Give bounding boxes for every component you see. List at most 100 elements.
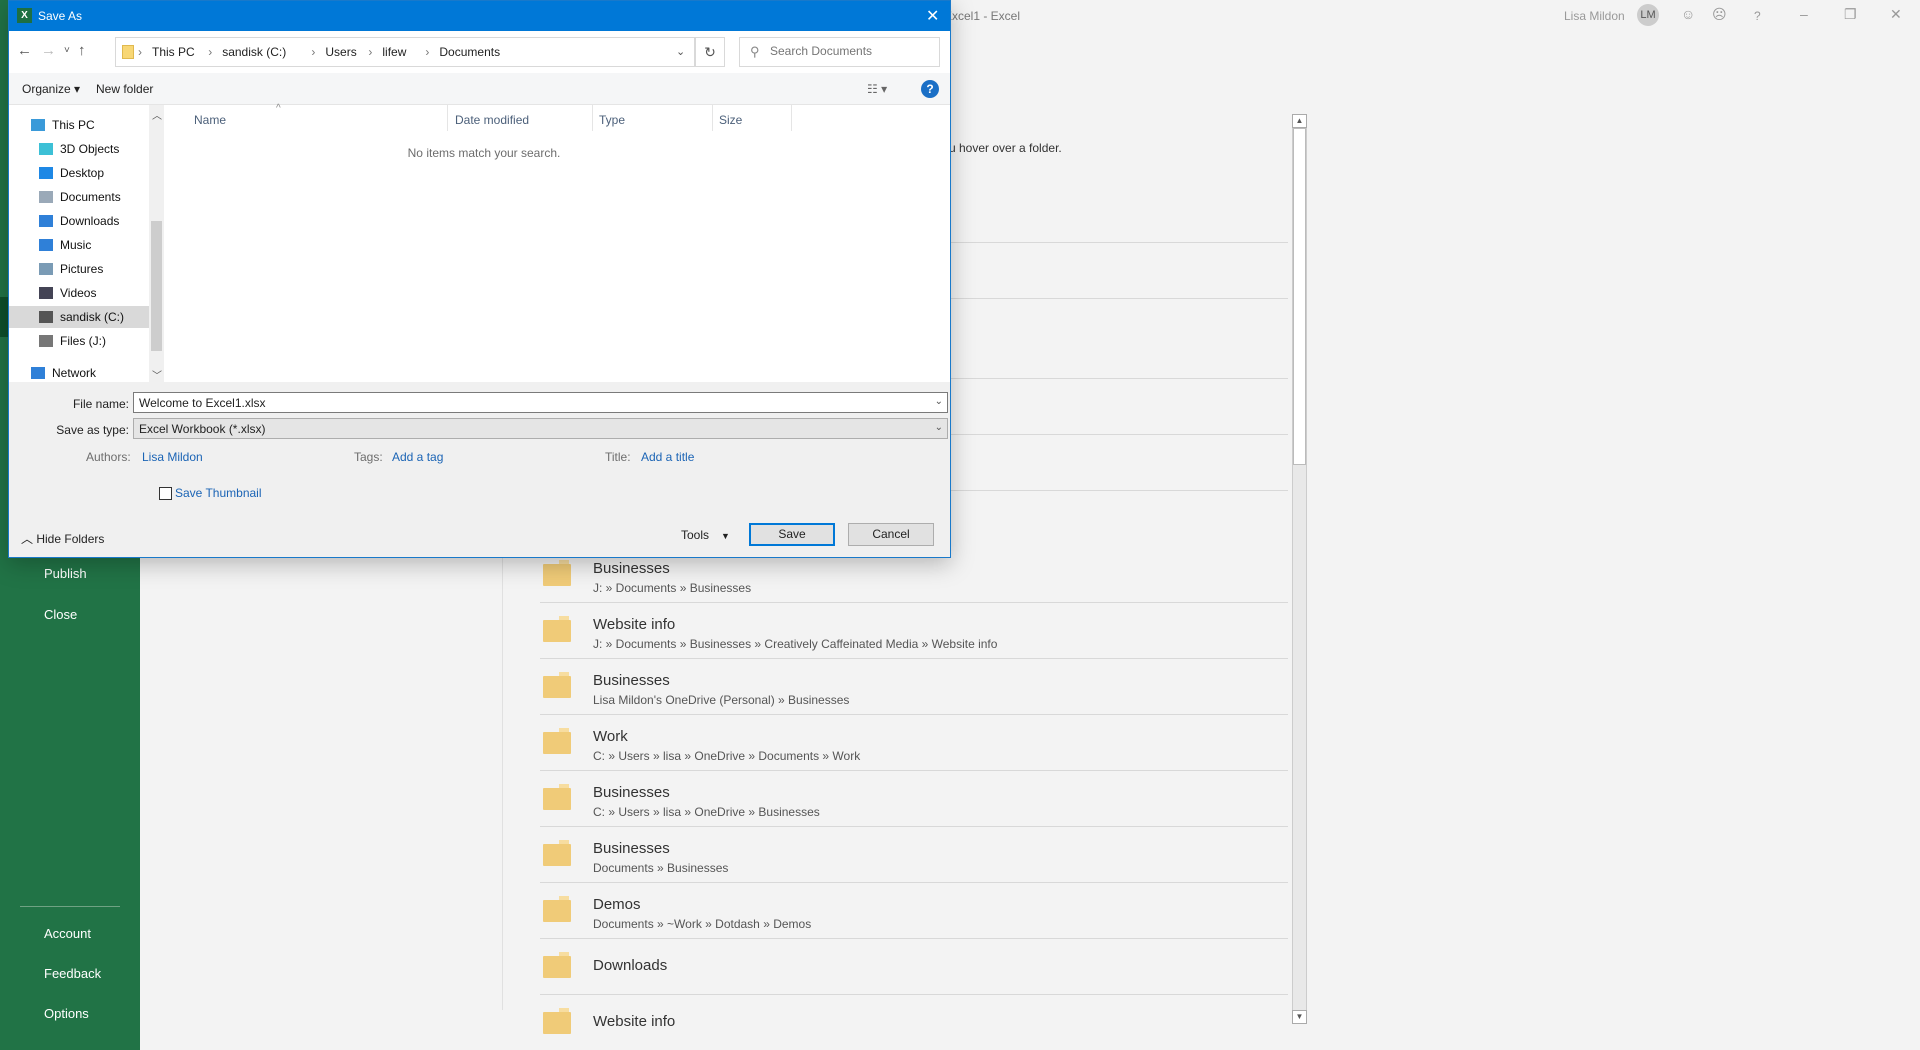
nav-item-videos[interactable]: Videos bbox=[9, 282, 149, 304]
column-divider[interactable] bbox=[791, 105, 792, 131]
column-divider[interactable] bbox=[592, 105, 593, 131]
folder-path: C: » Users » lisa » OneDrive » Businesse… bbox=[593, 805, 820, 819]
column-divider[interactable] bbox=[712, 105, 713, 131]
new-folder-button[interactable]: New folder bbox=[96, 82, 153, 96]
recent-folder-item[interactable]: Demos Documents » ~Work » Dotdash » Demos bbox=[540, 882, 1288, 938]
close-icon[interactable]: ✕ bbox=[1890, 6, 1902, 23]
scrollbar-thumb[interactable] bbox=[1293, 128, 1306, 465]
save-type-select[interactable]: Excel Workbook (*.xlsx) ⌄ bbox=[133, 418, 948, 439]
sidebar-item-options[interactable]: Options bbox=[44, 1006, 89, 1021]
scroll-down-icon[interactable]: ﹀ bbox=[152, 367, 162, 382]
help-icon[interactable]: ? bbox=[1754, 9, 1761, 23]
search-input[interactable] bbox=[770, 44, 930, 58]
scroll-down-button[interactable]: ▼ bbox=[1292, 1010, 1307, 1024]
recent-folder-item[interactable]: Businesses Documents » Businesses bbox=[540, 826, 1288, 882]
chevron-right-icon[interactable]: › bbox=[425, 45, 429, 59]
nav-item-label: Documents bbox=[60, 190, 121, 204]
dialog-titlebar[interactable]: X Save As ✕ bbox=[9, 1, 950, 31]
nav-item-label: Downloads bbox=[60, 214, 120, 228]
file-name-label: File name: bbox=[72, 397, 129, 411]
recent-folder-item[interactable]: Downloads bbox=[540, 938, 1288, 994]
breadcrumb-item[interactable]: sandisk (C:) bbox=[222, 45, 286, 59]
recent-folder-item[interactable]: Website info J: » Documents » Businesses … bbox=[540, 602, 1288, 658]
tools-button[interactable]: Tools ▼ bbox=[681, 528, 730, 542]
help-button[interactable]: ? bbox=[921, 80, 939, 98]
sidebar-item-close[interactable]: Close bbox=[44, 607, 77, 622]
up-icon[interactable]: ↑ bbox=[78, 42, 86, 59]
nav-item-network[interactable]: Network bbox=[9, 362, 149, 384]
tags-label: Tags: bbox=[354, 450, 383, 464]
address-bar[interactable]: › This PC › sandisk (C:) › Users › lifew › Docume… bbox=[115, 37, 695, 67]
nav-item-3d-objects[interactable]: 3D Objects bbox=[9, 138, 149, 160]
recent-folder-item[interactable]: Work C: » Users » lisa » OneDrive » Docum… bbox=[540, 714, 1288, 770]
chevron-down-icon[interactable]: ⌄ bbox=[935, 422, 943, 433]
recent-folder-item[interactable]: Businesses C: » Users » lisa » OneDrive »… bbox=[540, 770, 1288, 826]
nav-item-documents[interactable]: Documents bbox=[9, 186, 149, 208]
chevron-down-icon[interactable]: ⌄ bbox=[935, 396, 943, 407]
column-size[interactable]: Size bbox=[719, 113, 742, 127]
chevron-right-icon[interactable]: › bbox=[368, 45, 372, 59]
cancel-button[interactable]: Cancel bbox=[848, 523, 934, 546]
chevron-down-icon[interactable]: ⌄ bbox=[676, 45, 685, 58]
frown-icon[interactable]: ☹ bbox=[1712, 6, 1727, 23]
view-options-button[interactable]: ☷ ▾ bbox=[867, 82, 887, 96]
recent-folder-item[interactable]: Businesses Lisa Mildon's OneDrive (Person… bbox=[540, 658, 1288, 714]
breadcrumb-item[interactable]: Users bbox=[325, 45, 356, 59]
organize-button[interactable]: Organize ▾ bbox=[22, 82, 80, 96]
sidebar-item-account[interactable]: Account bbox=[44, 926, 91, 941]
authors-value[interactable]: Lisa Mildon bbox=[142, 450, 203, 464]
video-icon bbox=[39, 287, 53, 299]
title-label: Title: bbox=[605, 450, 631, 464]
avatar[interactable]: LM bbox=[1637, 4, 1659, 26]
column-name[interactable]: Name bbox=[194, 113, 226, 127]
forward-icon[interactable]: → bbox=[41, 42, 56, 59]
nav-item-desktop[interactable]: Desktop bbox=[9, 162, 149, 184]
chevron-right-icon[interactable]: › bbox=[208, 45, 212, 59]
folder-title: Businesses bbox=[593, 672, 670, 689]
file-list: ^ Name Date modified Type Size No items … bbox=[164, 103, 950, 382]
sidebar-item-publish[interactable]: Publish bbox=[44, 566, 87, 581]
breadcrumb-item[interactable]: Documents bbox=[439, 45, 500, 59]
nav-item-label: 3D Objects bbox=[60, 142, 120, 156]
chevron-right-icon[interactable]: › bbox=[138, 45, 142, 59]
scroll-up-icon[interactable]: ︿ bbox=[152, 107, 162, 122]
nav-item-files-j[interactable]: Files (J:) bbox=[9, 330, 149, 352]
minimize-icon[interactable]: – bbox=[1800, 6, 1808, 22]
sidebar-divider bbox=[20, 906, 120, 907]
nav-item-sandisk-c[interactable]: sandisk (C:) bbox=[9, 306, 149, 328]
refresh-button[interactable]: ↻ bbox=[695, 37, 725, 67]
hide-folders-button[interactable]: ︿ Hide Folders bbox=[21, 530, 104, 547]
nav-item-downloads[interactable]: Downloads bbox=[9, 210, 149, 232]
save-button[interactable]: Save bbox=[749, 523, 835, 546]
save-thumbnail-checkbox[interactable] bbox=[159, 487, 172, 500]
file-name-input[interactable]: Welcome to Excel1.xlsx ⌄ bbox=[133, 392, 948, 413]
user-name[interactable]: Lisa Mildon bbox=[1564, 9, 1625, 23]
breadcrumb-item[interactable]: This PC bbox=[152, 45, 195, 59]
sidebar-item-feedback[interactable]: Feedback bbox=[44, 966, 101, 981]
column-type[interactable]: Type bbox=[599, 113, 625, 127]
pictures-icon bbox=[39, 263, 53, 275]
nav-item-pictures[interactable]: Pictures bbox=[9, 258, 149, 280]
column-divider[interactable] bbox=[447, 105, 448, 131]
chevron-right-icon[interactable]: › bbox=[311, 45, 315, 59]
back-icon[interactable]: ← bbox=[17, 42, 32, 59]
navigation-pane: This PC 3D Objects Desktop Documents Downloa… bbox=[9, 105, 164, 382]
nav-item-this-pc[interactable]: This PC bbox=[9, 114, 149, 136]
save-as-dialog: X Save As ✕ ← → ˅ ↑ › This PC › sandisk (C:… bbox=[8, 0, 951, 558]
smile-icon[interactable]: ☺ bbox=[1681, 6, 1695, 22]
breadcrumb-item[interactable]: lifew bbox=[382, 45, 406, 59]
column-date-modified[interactable]: Date modified bbox=[455, 113, 529, 127]
nav-scrollbar-thumb[interactable] bbox=[151, 221, 162, 351]
scroll-up-button[interactable]: ▲ bbox=[1292, 114, 1307, 128]
tags-input[interactable]: Add a tag bbox=[392, 450, 443, 464]
save-type-label: Save as type: bbox=[56, 423, 129, 437]
empty-message: No items match your search. bbox=[407, 146, 561, 160]
title-input[interactable]: Add a title bbox=[641, 450, 694, 464]
save-thumbnail-label[interactable]: Save Thumbnail bbox=[175, 486, 262, 500]
recent-locations-icon[interactable]: ˅ bbox=[64, 45, 70, 56]
restore-icon[interactable]: ❐ bbox=[1844, 6, 1857, 23]
nav-item-music[interactable]: Music bbox=[9, 234, 149, 256]
recent-folder-item[interactable]: Website info bbox=[540, 994, 1288, 1050]
folder-path: Lisa Mildon's OneDrive (Personal) » Busi… bbox=[593, 693, 850, 707]
dialog-close-button[interactable]: ✕ bbox=[926, 6, 939, 26]
